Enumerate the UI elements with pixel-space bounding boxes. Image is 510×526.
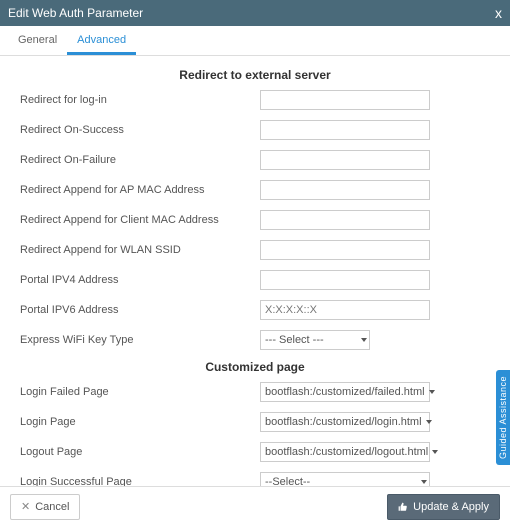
section-customized-title: Customized page	[20, 360, 490, 374]
select-login-success-value: --Select--	[265, 476, 310, 486]
tab-bar: General Advanced	[0, 26, 510, 56]
row-wifi-key: Express WiFi Key Type --- Select ---	[20, 330, 490, 350]
update-apply-button[interactable]: Update & Apply	[387, 494, 500, 520]
label-redirect-failure: Redirect On-Failure	[20, 154, 260, 166]
select-login-page[interactable]: bootflash:/customized/login.html	[260, 412, 430, 432]
label-ipv6: Portal IPV6 Address	[20, 304, 260, 316]
label-redirect-login: Redirect for log-in	[20, 94, 260, 106]
row-ipv6: Portal IPV6 Address	[20, 300, 490, 320]
cancel-label: Cancel	[35, 501, 69, 513]
row-ipv4: Portal IPV4 Address	[20, 270, 490, 290]
select-login-failed-value: bootflash:/customized/failed.html	[265, 386, 425, 398]
row-redirect-failure: Redirect On-Failure	[20, 150, 490, 170]
caret-down-icon	[426, 420, 432, 424]
apply-label: Update & Apply	[413, 501, 489, 513]
label-login-success: Login Successful Page	[20, 476, 260, 486]
footer: ✕ Cancel Update & Apply	[0, 486, 510, 526]
select-login-value: bootflash:/customized/login.html	[265, 416, 422, 428]
label-wifi-key: Express WiFi Key Type	[20, 334, 260, 346]
row-login-success: Login Successful Page --Select-- --Selec…	[20, 472, 490, 486]
guided-assistance-tab[interactable]: Guided Assistance	[496, 370, 510, 465]
tab-general[interactable]: General	[8, 26, 67, 55]
input-ipv6[interactable]	[260, 300, 430, 320]
caret-down-icon	[429, 390, 435, 394]
input-wlan-ssid[interactable]	[260, 240, 430, 260]
input-client-mac[interactable]	[260, 210, 430, 230]
row-wlan-ssid: Redirect Append for WLAN SSID	[20, 240, 490, 260]
row-logout-page: Logout Page bootflash:/customized/logout…	[20, 442, 490, 462]
content-area: Redirect to external server Redirect for…	[0, 56, 510, 486]
section-redirect-title: Redirect to external server	[20, 68, 490, 82]
label-ipv4: Portal IPV4 Address	[20, 274, 260, 286]
input-redirect-failure[interactable]	[260, 150, 430, 170]
modal-title: Edit Web Auth Parameter	[8, 6, 143, 20]
caret-down-icon	[421, 480, 427, 484]
x-icon: ✕	[21, 500, 30, 513]
select-logout-page[interactable]: bootflash:/customized/logout.html	[260, 442, 430, 462]
label-login-page: Login Page	[20, 416, 260, 428]
select-login-failed[interactable]: bootflash:/customized/failed.html	[260, 382, 430, 402]
label-logout-page: Logout Page	[20, 446, 260, 458]
label-ap-mac: Redirect Append for AP MAC Address	[20, 184, 260, 196]
label-redirect-success: Redirect On-Success	[20, 124, 260, 136]
row-ap-mac: Redirect Append for AP MAC Address	[20, 180, 490, 200]
tab-advanced[interactable]: Advanced	[67, 26, 136, 55]
label-login-failed: Login Failed Page	[20, 386, 260, 398]
label-wlan-ssid: Redirect Append for WLAN SSID	[20, 244, 260, 256]
row-redirect-login: Redirect for log-in	[20, 90, 490, 110]
select-wifi-key[interactable]: --- Select ---	[260, 330, 370, 350]
row-login-failed: Login Failed Page bootflash:/customized/…	[20, 382, 490, 402]
caret-down-icon	[432, 450, 438, 454]
select-login-success[interactable]: --Select--	[260, 472, 430, 486]
row-login-page: Login Page bootflash:/customized/login.h…	[20, 412, 490, 432]
caret-down-icon	[361, 338, 367, 342]
row-client-mac: Redirect Append for Client MAC Address	[20, 210, 490, 230]
row-redirect-success: Redirect On-Success	[20, 120, 490, 140]
input-ap-mac[interactable]	[260, 180, 430, 200]
input-ipv4[interactable]	[260, 270, 430, 290]
input-redirect-login[interactable]	[260, 90, 430, 110]
select-wifi-key-value: --- Select ---	[265, 334, 324, 346]
input-redirect-success[interactable]	[260, 120, 430, 140]
select-logout-value: bootflash:/customized/logout.html	[265, 446, 428, 458]
modal-header: Edit Web Auth Parameter x	[0, 0, 510, 26]
label-client-mac: Redirect Append for Client MAC Address	[20, 214, 260, 226]
cancel-button[interactable]: ✕ Cancel	[10, 494, 80, 520]
close-icon[interactable]: x	[495, 5, 502, 21]
thumbs-up-icon	[398, 502, 408, 512]
